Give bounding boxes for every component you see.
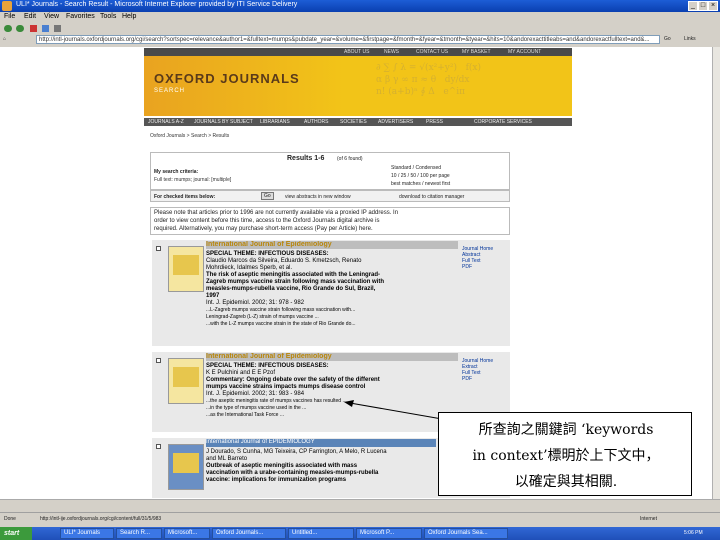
taskbar-item[interactable]: ULI* Journals xyxy=(60,528,114,539)
notice-line: Please note that articles prior to 1996 … xyxy=(154,210,399,216)
subnav-journals-subject[interactable]: JOURNALS BY SUBJECT xyxy=(194,119,253,125)
status-zone: Internet xyxy=(640,516,657,522)
banner-math-pattern: ∂ ∑ ∫ λ = √(x²+y²) f(x) α β γ ∞ π ≈ θ dy/… xyxy=(376,63,482,97)
menu-edit[interactable]: Edit xyxy=(24,13,36,20)
site-banner: ∂ ∑ ∫ λ = √(x²+y²) f(x) α β γ ∞ π ≈ θ dy/… xyxy=(144,56,572,116)
download-citation-option[interactable]: download to citation manager xyxy=(399,194,464,200)
pdf-link[interactable]: PDF xyxy=(462,376,493,382)
journal-cover-image xyxy=(168,444,204,490)
access-notice: Please note that articles prior to 1996 … xyxy=(150,207,510,235)
taskbar-item[interactable]: Oxford Journals... xyxy=(212,528,286,539)
criteria-value: Full text: mumps; journal: [multiple] xyxy=(154,177,232,183)
subnav-societies[interactable]: SOCIETIES xyxy=(340,119,367,125)
menu-view[interactable]: View xyxy=(44,13,59,20)
journal-header: International Journal of Epidemiology xyxy=(206,353,458,361)
forward-icon[interactable] xyxy=(16,25,24,32)
breadcrumb[interactable]: Oxford Journals > Search > Results xyxy=(150,133,229,139)
menu-file[interactable]: File xyxy=(4,13,15,20)
banner-subtitle: SEARCH xyxy=(154,88,186,94)
site-top-nav: ABOUT US NEWS CONTACT US MY BASKET MY AC… xyxy=(144,48,572,56)
result-checkbox[interactable] xyxy=(156,358,161,363)
banner-title: OXFORD JOURNALS xyxy=(154,71,300,86)
stop-icon[interactable] xyxy=(30,25,37,32)
checked-go-button[interactable]: Go xyxy=(261,192,274,200)
pdf-link[interactable]: PDF xyxy=(462,264,493,270)
taskbar-item[interactable]: Untitled... xyxy=(288,528,354,539)
subnav-advertisers[interactable]: ADVERTISERS xyxy=(378,119,413,125)
article-text: SPECIAL THEME: INFECTIOUS DISEASES: Clau… xyxy=(206,251,385,327)
journal-cover-image xyxy=(168,246,204,292)
subnav-corporate[interactable]: CORPORATE SERVICES xyxy=(474,119,532,125)
vertical-scrollbar[interactable] xyxy=(712,47,720,499)
journal-header: International Journal of EPIDEMIOLOGY xyxy=(206,439,436,447)
links-button[interactable]: Links xyxy=(684,36,696,42)
nav-my-basket[interactable]: MY BASKET xyxy=(462,49,491,55)
horizontal-scrollbar[interactable] xyxy=(0,499,720,513)
menu-favorites[interactable]: Favorites xyxy=(66,13,95,20)
article-links: Journal Home Abstract Full Text PDF xyxy=(462,246,493,270)
maximize-button[interactable]: □ xyxy=(698,1,708,11)
back-icon[interactable] xyxy=(4,25,12,32)
checked-items-bar: For checked items below: Go view abstrac… xyxy=(150,190,510,202)
results-header-panel: Results 1-6 (of 6 found) My search crite… xyxy=(150,152,510,190)
subnav-journals-az[interactable]: JOURNALS A-Z xyxy=(148,119,184,125)
site-sub-nav: JOURNALS A-Z JOURNALS BY SUBJECT LIBRARI… xyxy=(144,118,572,126)
clock: 5:06 PM xyxy=(684,530,703,536)
journal-cover-image xyxy=(168,358,204,404)
close-button[interactable]: × xyxy=(708,1,718,11)
taskbar-item[interactable]: Search R... xyxy=(116,528,162,539)
nav-news[interactable]: NEWS xyxy=(384,49,399,55)
home-icon[interactable] xyxy=(54,25,61,32)
start-button[interactable]: start xyxy=(0,527,32,540)
minimize-button[interactable]: _ xyxy=(688,1,698,11)
journal-header: International Journal of Epidemiology xyxy=(206,241,458,249)
annotation-callout: 所查詢之關鍵詞 ‘keywords in context’標明於上下文中， 以確… xyxy=(438,412,692,496)
address-bar: ⌂ http://intl-journals.oxfordjournals.or… xyxy=(0,34,720,46)
status-text: Done xyxy=(4,516,16,522)
menu-tools[interactable]: Tools xyxy=(100,13,116,20)
subnav-authors[interactable]: AUTHORS xyxy=(304,119,328,125)
results-count-note: (of 6 found) xyxy=(337,156,363,162)
status-url: http://intl-ije.oxfordjournals.org/cgi/c… xyxy=(40,516,162,522)
view-abstracts-option[interactable]: view abstracts in new window xyxy=(285,194,351,200)
article-text: J Dourado, S Cunha, MG Teixeira, CP Farr… xyxy=(206,449,387,483)
notice-line: required. Alternatively, you may purchas… xyxy=(154,226,373,232)
go-button[interactable]: Go xyxy=(664,36,671,42)
subnav-librarians[interactable]: LIBRARIANS xyxy=(260,119,290,125)
subnav-press[interactable]: PRESS xyxy=(426,119,443,125)
annotation-line: in context’標明於上下文中， xyxy=(472,448,660,464)
notice-line: order to view content before this time, … xyxy=(154,218,380,224)
ie-icon xyxy=(2,1,12,11)
checked-items-label: For checked items below: xyxy=(154,194,216,200)
window-title-bar: ULI* Journals - Search Result - Microsof… xyxy=(0,0,720,12)
taskbar: start ULI* Journals Search R... Microsof… xyxy=(0,527,720,540)
per-page-options[interactable]: 10 / 25 / 50 / 100 per page xyxy=(391,173,450,179)
taskbar-item[interactable]: Microsoft P... xyxy=(356,528,422,539)
taskbar-item[interactable]: Microsoft... xyxy=(164,528,210,539)
taskbar-item[interactable]: Oxford Journals Sea... xyxy=(424,528,508,539)
criteria-label: My search criteria: xyxy=(154,169,199,175)
nav-contact-us[interactable]: CONTACT US xyxy=(416,49,448,55)
address-label-icon: ⌂ xyxy=(3,36,7,42)
nav-my-account[interactable]: MY ACCOUNT xyxy=(508,49,541,55)
format-options[interactable]: Standard / Condensed xyxy=(391,165,441,171)
refresh-icon[interactable] xyxy=(42,25,49,32)
article-links: Journal Home Extract Full Text PDF xyxy=(462,358,493,382)
annotation-line: 以確定與其相關. xyxy=(514,474,618,490)
menu-help[interactable]: Help xyxy=(122,13,136,20)
result-checkbox[interactable] xyxy=(156,444,161,449)
result-checkbox[interactable] xyxy=(156,246,161,251)
annotation-line: 所查詢之關鍵詞 ‘keywords xyxy=(478,422,654,438)
sort-options[interactable]: best matches / newest first xyxy=(391,181,450,187)
banner-gradient xyxy=(144,56,344,116)
address-input[interactable]: http://intl-journals.oxfordjournals.org/… xyxy=(36,35,660,44)
nav-about-us[interactable]: ABOUT US xyxy=(344,49,369,55)
results-count: Results 1-6 xyxy=(287,155,325,162)
annotation-arrow xyxy=(344,400,443,420)
window-title: ULI* Journals - Search Result - Microsof… xyxy=(16,1,298,8)
status-bar: Done http://intl-ije.oxfordjournals.org/… xyxy=(0,512,720,525)
